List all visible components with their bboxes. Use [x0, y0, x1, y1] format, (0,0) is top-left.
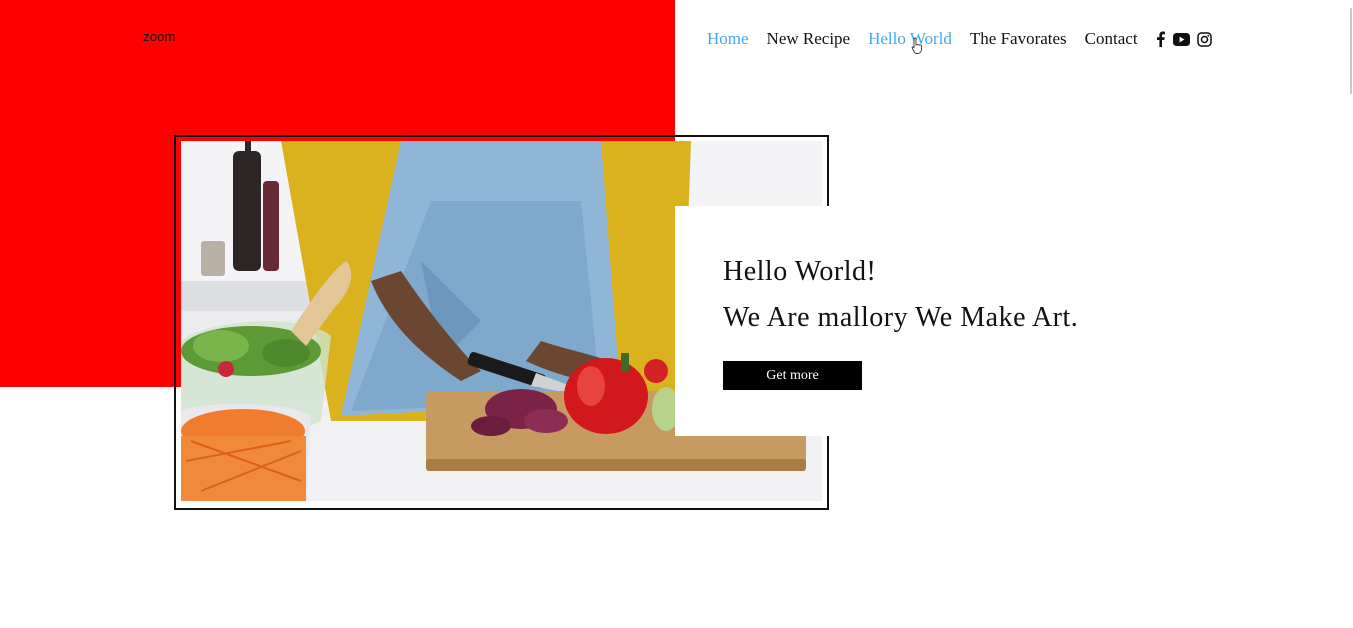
nav-contact[interactable]: Contact — [1085, 29, 1138, 49]
scrollbar-thumb[interactable] — [1350, 8, 1352, 94]
facebook-icon[interactable] — [1155, 31, 1166, 47]
nav-the-favorates[interactable]: The Favorates — [970, 29, 1067, 49]
hero-title: Hello World! — [723, 256, 877, 287]
nav-new-recipe[interactable]: New Recipe — [767, 29, 851, 49]
get-more-button[interactable]: Get more — [723, 361, 862, 390]
instagram-icon[interactable] — [1196, 31, 1212, 47]
youtube-icon[interactable] — [1172, 32, 1190, 46]
hero-text-card: Hello World! We Are mallory We Make Art.… — [675, 206, 1115, 436]
nav-hello-world[interactable]: Hello World — [868, 29, 952, 49]
main-nav: Home New Recipe Hello World The Favorate… — [707, 28, 1212, 50]
hero-subtitle: We Are mallory We Make Art. — [723, 302, 1079, 333]
social-links — [1155, 31, 1212, 47]
nav-home[interactable]: Home — [707, 29, 749, 49]
site-logo[interactable]: zoom — [143, 29, 176, 44]
pointer-cursor-icon — [911, 37, 924, 60]
page-scrollbar[interactable] — [1349, 0, 1353, 100]
